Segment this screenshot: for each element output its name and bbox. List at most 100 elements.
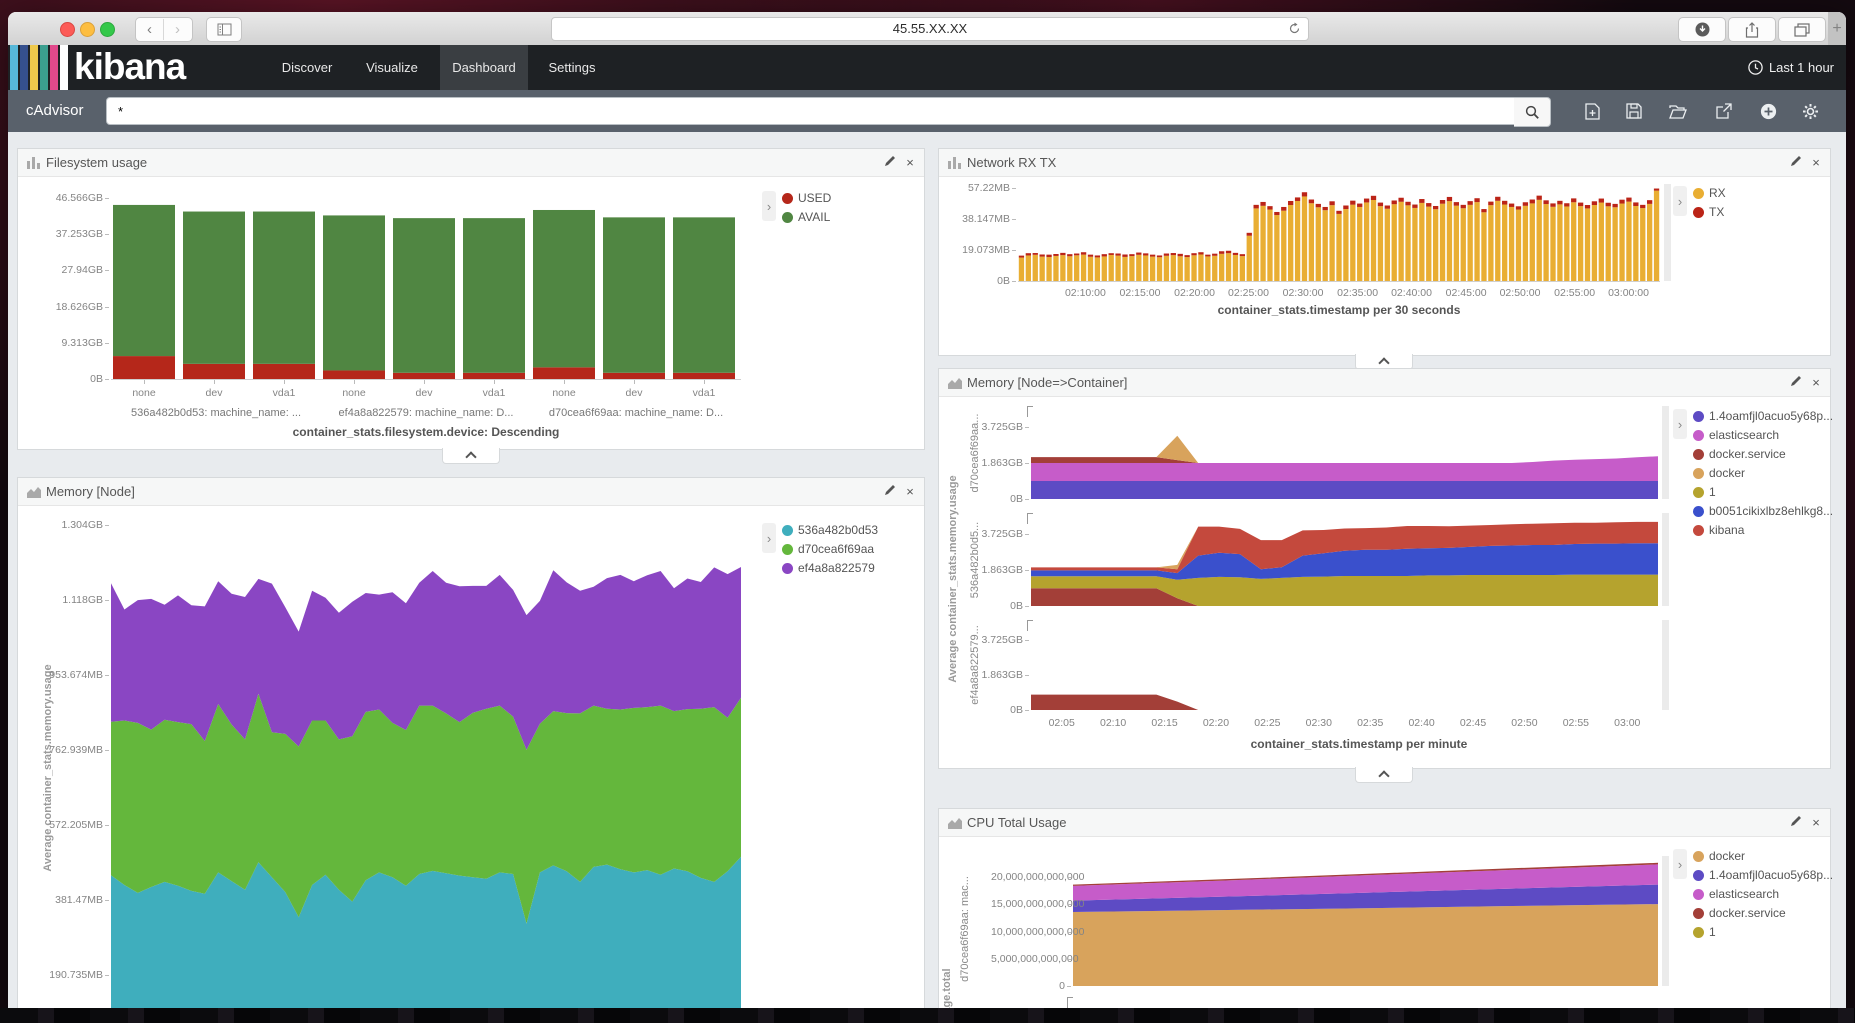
chart-bar[interactable] — [1074, 254, 1079, 256]
zoom-window-button[interactable] — [100, 22, 115, 37]
tab-dashboard[interactable]: Dashboard — [440, 45, 528, 90]
chart-bar[interactable] — [603, 217, 665, 372]
chart-bar[interactable] — [1060, 255, 1065, 281]
chart-bar[interactable] — [1033, 255, 1038, 281]
chart-bar[interactable] — [1433, 209, 1438, 281]
chart-bar[interactable] — [1067, 254, 1072, 256]
chart-bar[interactable] — [1295, 201, 1300, 281]
chart-bar[interactable] — [1281, 211, 1286, 281]
legend-item[interactable]: 536a482b0d53 — [782, 523, 878, 537]
chart-bar[interactable] — [253, 364, 315, 379]
chart-bar[interactable] — [1468, 205, 1473, 281]
chart-bar[interactable] — [1136, 253, 1141, 255]
chart-bar[interactable] — [253, 212, 315, 364]
chart-bar[interactable] — [463, 373, 525, 379]
chart-bar[interactable] — [1226, 251, 1231, 253]
chart-bar[interactable] — [1398, 198, 1403, 202]
chart-bar[interactable] — [1240, 256, 1245, 281]
chart-bar[interactable] — [1488, 202, 1493, 206]
chart-bar[interactable] — [1592, 201, 1597, 205]
chart-bar[interactable] — [1592, 205, 1597, 281]
chart-bar[interactable] — [1274, 212, 1279, 215]
new-dashboard-button[interactable] — [1583, 102, 1601, 120]
chart-bar[interactable] — [1115, 254, 1120, 256]
chart-bar[interactable] — [1426, 207, 1431, 281]
chart-bar[interactable] — [533, 367, 595, 379]
chart-bar[interactable] — [1398, 202, 1403, 281]
chart-bar[interactable] — [1095, 255, 1100, 257]
chart-bar[interactable] — [1557, 201, 1562, 205]
minimize-window-button[interactable] — [80, 22, 95, 37]
edit-panel-button[interactable] — [882, 484, 898, 500]
chart-bar[interactable] — [1295, 197, 1300, 201]
close-panel-button[interactable]: × — [1808, 375, 1824, 391]
edit-panel-button[interactable] — [1788, 155, 1804, 171]
chart-bar[interactable] — [1067, 256, 1072, 281]
memory-container-row3-chart[interactable] — [1031, 620, 1658, 710]
chart-bar[interactable] — [1040, 254, 1045, 256]
chart-bar[interactable] — [1198, 252, 1203, 254]
chart-bar[interactable] — [1357, 204, 1362, 207]
chart-bar[interactable] — [1550, 207, 1555, 281]
panel-header[interactable]: Filesystem usage × — [18, 149, 924, 177]
chart-bar[interactable] — [1171, 255, 1176, 281]
chart-bar[interactable] — [1461, 208, 1466, 281]
legend-toggle[interactable]: › — [1673, 186, 1687, 216]
chart-bar[interactable] — [1019, 256, 1024, 258]
tab-settings[interactable]: Settings — [536, 45, 608, 90]
tab-discover[interactable]: Discover — [270, 45, 344, 90]
chart-bar[interactable] — [1550, 203, 1555, 206]
chart-bar[interactable] — [1129, 256, 1134, 281]
search-button[interactable] — [1514, 97, 1551, 127]
chart-series-area[interactable] — [1031, 695, 1658, 710]
chart-bar[interactable] — [1378, 206, 1383, 281]
panel-header[interactable]: Memory [Node] × — [18, 478, 924, 506]
chart-bar[interactable] — [1247, 236, 1252, 281]
chart-bar[interactable] — [1392, 204, 1397, 281]
chart-bar[interactable] — [1481, 212, 1486, 281]
chart-bar[interactable] — [1474, 202, 1479, 281]
reader-view-button[interactable] — [206, 17, 242, 42]
chart-bar[interactable] — [1254, 205, 1259, 209]
chart-bar[interactable] — [1212, 256, 1217, 281]
chart-bar[interactable] — [1419, 203, 1424, 281]
legend-item[interactable]: RX — [1693, 186, 1726, 200]
legend-item[interactable]: 1.4oamfjl0acuo5y68p... — [1693, 868, 1833, 882]
chart-bar[interactable] — [1468, 201, 1473, 205]
chart-bar[interactable] — [1419, 199, 1424, 203]
chart-bar[interactable] — [1392, 200, 1397, 204]
chart-bar[interactable] — [1378, 203, 1383, 207]
chart-bar[interactable] — [1233, 255, 1238, 281]
chart-bar[interactable] — [393, 373, 455, 379]
chart-bar[interactable] — [1440, 200, 1445, 204]
chart-bar[interactable] — [1053, 254, 1058, 256]
chart-bar[interactable] — [1585, 208, 1590, 281]
chart-bar[interactable] — [1537, 200, 1542, 281]
chart-bar[interactable] — [1316, 204, 1321, 207]
chart-bar[interactable] — [1260, 206, 1265, 281]
chart-bar[interactable] — [1495, 197, 1500, 201]
chart-bar[interactable] — [1543, 200, 1548, 204]
chart-bar[interactable] — [1302, 192, 1307, 196]
chart-bar[interactable] — [1184, 257, 1189, 281]
chart-bar[interactable] — [1523, 206, 1528, 281]
chart-bar[interactable] — [1606, 203, 1611, 207]
chart-bar[interactable] — [1343, 206, 1348, 210]
chart-bar[interactable] — [1647, 200, 1652, 204]
tab-visualize[interactable]: Visualize — [352, 45, 432, 90]
chart-bar[interactable] — [1447, 201, 1452, 281]
chart-bar[interactable] — [1433, 206, 1438, 209]
chart-bar[interactable] — [1516, 206, 1521, 209]
back-button[interactable]: ‹ — [136, 19, 164, 40]
chart-bar[interactable] — [1640, 208, 1645, 281]
chart-bar[interactable] — [1323, 210, 1328, 281]
close-panel-button[interactable]: × — [902, 484, 918, 500]
memory-container-row1-chart[interactable] — [1031, 406, 1658, 499]
chart-bar[interactable] — [1136, 255, 1141, 281]
add-visualization-button[interactable] — [1759, 102, 1777, 120]
chart-bar[interactable] — [1329, 201, 1334, 205]
chart-bar[interactable] — [673, 217, 735, 372]
chart-bar[interactable] — [1612, 207, 1617, 281]
chart-bar[interactable] — [1302, 196, 1307, 281]
chart-bar[interactable] — [1509, 204, 1514, 207]
